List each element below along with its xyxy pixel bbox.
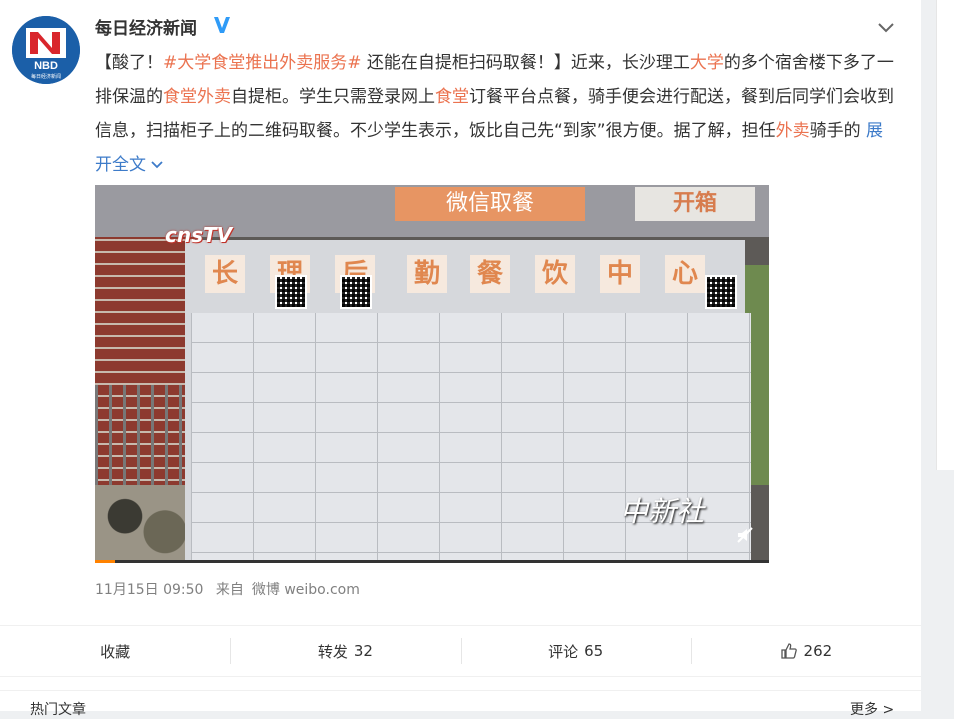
- like-count: 262: [803, 642, 833, 660]
- expand-chevron-icon: [151, 161, 164, 169]
- like-button[interactable]: 262: [690, 626, 921, 676]
- thumbs-up-icon: [780, 643, 797, 659]
- comment-button[interactable]: 评论 65: [460, 626, 691, 676]
- account-name[interactable]: 每日经济新闻: [95, 14, 197, 39]
- post-meta: 11月15日 09:50 来自 微博 weibo.com: [95, 579, 368, 599]
- qr-code-icon: [275, 275, 307, 309]
- nbd-logo-icon: NBD 每日经济新闻: [12, 16, 80, 84]
- more-link[interactable]: 更多 >: [850, 699, 894, 719]
- source-prefix: 来自: [215, 582, 244, 598]
- post-source[interactable]: 微博 weibo.com: [252, 582, 360, 598]
- comment-count: 65: [584, 642, 604, 660]
- wechat-pickup-sign: 微信取餐: [395, 187, 585, 221]
- keyword-highlight[interactable]: 食堂: [211, 53, 245, 73]
- repost-button[interactable]: 转发 32: [230, 626, 460, 676]
- hot-articles-label: 热门文章: [30, 702, 86, 718]
- keyword-highlight[interactable]: 外卖: [279, 53, 313, 73]
- weibo-post-card: NBD 每日经济新闻 每日经济新闻 【酸了！#大学食堂推出外卖服务# 还能在自提…: [0, 0, 921, 718]
- cnstv-watermark: cnsTV: [165, 223, 233, 247]
- avatar[interactable]: NBD 每日经济新闻: [12, 16, 80, 84]
- text-segment: 骑手的: [809, 121, 867, 141]
- favorite-label: 收藏: [100, 642, 131, 661]
- mute-icon[interactable]: [735, 525, 755, 545]
- favorite-button[interactable]: 收藏: [0, 626, 230, 676]
- post-text-segments: 【酸了！#大学食堂推出外卖服务# 还能在自提柜扫码取餐！】近来，长沙理工大学的多…: [95, 53, 894, 141]
- sign-char: 中: [600, 255, 640, 293]
- sign-char: 勤: [407, 255, 447, 293]
- verified-v-icon: [214, 17, 230, 33]
- open-box-sign: 开箱: [635, 187, 755, 221]
- avatar-text: NBD: [34, 60, 58, 72]
- repost-count: 32: [353, 642, 373, 660]
- video-progress-fill: [95, 560, 116, 563]
- avatar-subtext: 每日经济新闻: [31, 73, 61, 80]
- sign-char: 长: [205, 255, 245, 293]
- post-time[interactable]: 11月15日 09:50: [95, 582, 203, 598]
- right-sidebar-card: [936, 0, 954, 470]
- post-text: 【酸了！#大学食堂推出外卖服务# 还能在自提柜扫码取餐！】近来，长沙理工大学的多…: [95, 46, 895, 182]
- text-segment: 【酸了！: [95, 53, 163, 73]
- hashtag-segment[interactable]: 服务#: [313, 53, 361, 73]
- chinanews-watermark: 中新社: [620, 495, 705, 528]
- keyword-highlight[interactable]: 食堂外卖: [163, 87, 231, 107]
- video-player[interactable]: 微信取餐 开箱 长 理 后 勤 餐 饮 中 心 cnsTV 中新社: [95, 185, 769, 563]
- comment-label: 评论: [548, 642, 579, 661]
- sign-char: 心: [665, 255, 705, 293]
- video-progress-bar[interactable]: [95, 560, 769, 563]
- keyword-highlight[interactable]: 食堂: [435, 87, 469, 107]
- hashtag-segment[interactable]: #大学: [163, 53, 211, 73]
- keyword-highlight[interactable]: 外卖: [776, 121, 810, 141]
- qr-code-icon: [705, 275, 737, 309]
- sign-char: 饮: [535, 255, 575, 293]
- repost-label: 转发: [317, 642, 348, 661]
- hashtag-segment[interactable]: 推出: [245, 53, 279, 73]
- action-bar: 收藏 转发 32 评论 65 262: [0, 625, 921, 677]
- chevron-down-icon[interactable]: [876, 20, 896, 36]
- camo-fabric: [95, 485, 195, 563]
- text-segment: 自提柜。学生只需登录网上: [231, 87, 435, 107]
- keyword-highlight[interactable]: 大学: [690, 53, 724, 73]
- qr-code-icon: [340, 275, 372, 309]
- text-segment: 还能在自提柜扫码取餐！】近来，长沙理工: [361, 53, 690, 73]
- sign-char: 餐: [470, 255, 510, 293]
- hot-articles-header: 热门文章 更多 >: [0, 690, 921, 718]
